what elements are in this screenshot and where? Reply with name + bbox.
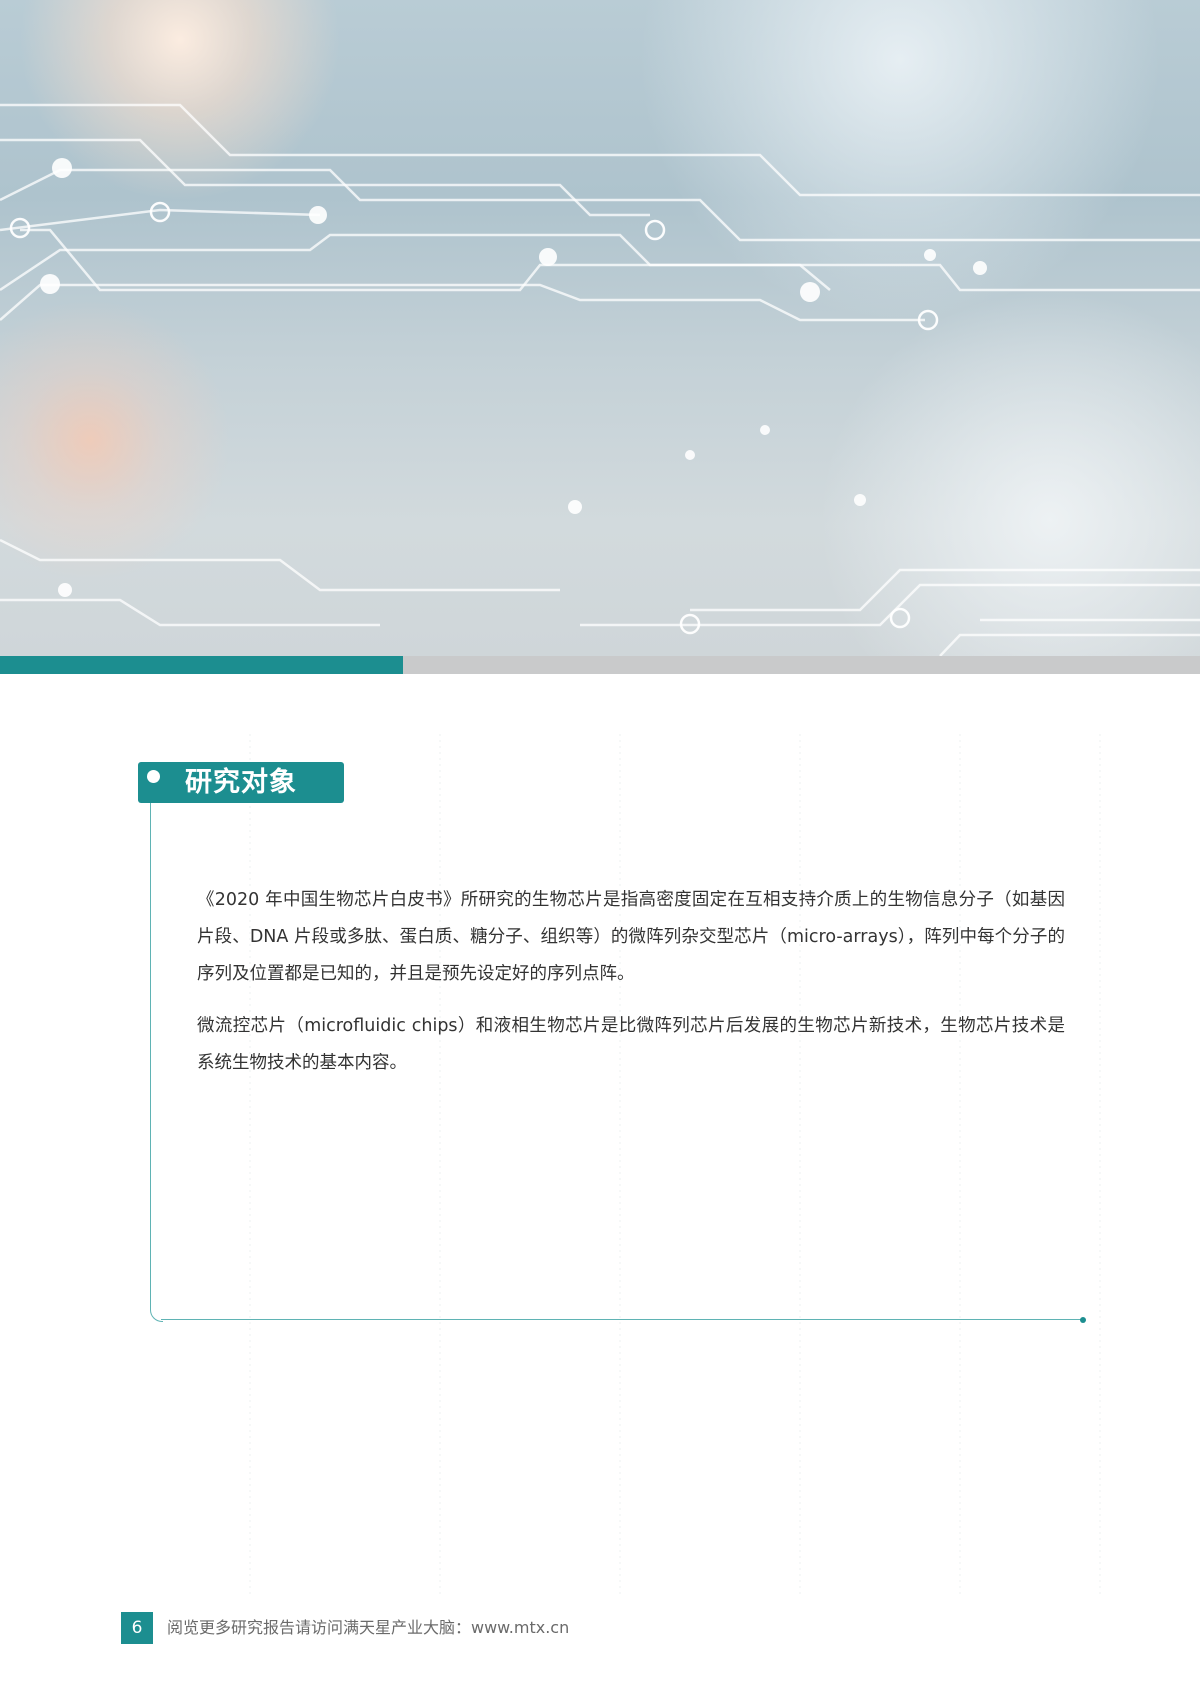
section-title: 研究对象 <box>185 767 297 798</box>
footer-link-text[interactable]: 阅览更多研究报告请访问满天星产业大脑：www.mtx.cn <box>167 1612 569 1644</box>
bullet-dot-icon <box>147 770 160 783</box>
paragraph-1: 《2020 年中国生物芯片白皮书》所研究的生物芯片是指高密度固定在互相支持介质上… <box>197 890 1065 984</box>
section-frame-end-dot <box>1080 1317 1086 1323</box>
background-faint-lines <box>249 734 1101 1594</box>
section-frame-left <box>150 803 163 1322</box>
paragraph-2: 微流控芯片（microfluidic chips）和液相生物芯片是比微阵列芯片后… <box>197 1016 1065 1073</box>
circuit-lines-graphic <box>0 103 1200 656</box>
page-number: 6 <box>121 1612 153 1644</box>
section-frame-bottom <box>161 1319 1083 1320</box>
hero-divider-accent <box>0 656 403 674</box>
body-text: 《2020 年中国生物芯片白皮书》所研究的生物芯片是指高密度固定在互相支持介质上… <box>197 882 1065 1097</box>
section-heading-tab: 研究对象 <box>138 762 344 803</box>
hero-divider-bar <box>0 656 1200 674</box>
hero-banner <box>0 0 1200 656</box>
